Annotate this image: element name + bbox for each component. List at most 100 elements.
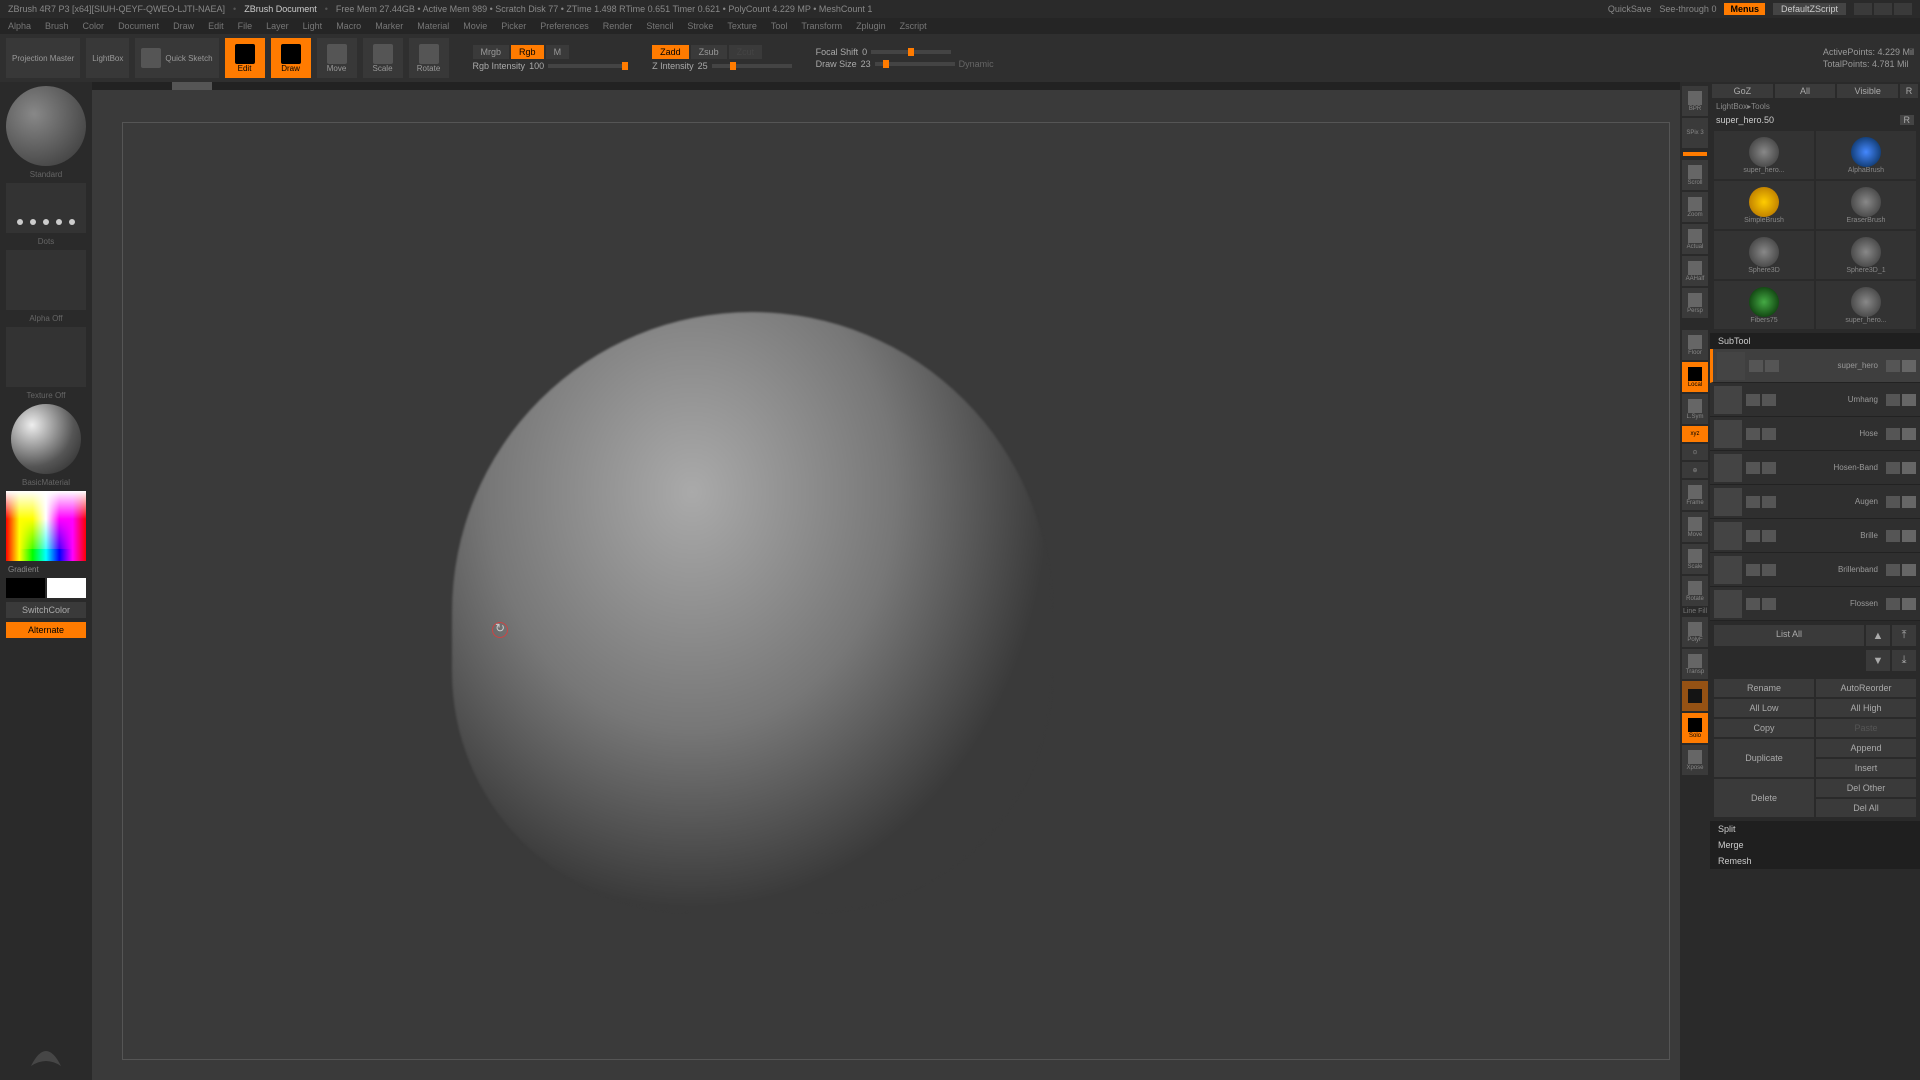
visibility-eye-icon[interactable]: [1902, 462, 1916, 474]
dynamic-toggle[interactable]: Dynamic: [959, 59, 994, 69]
polypaint-icon[interactable]: [1886, 530, 1900, 542]
m-toggle[interactable]: M: [546, 45, 570, 59]
subtool-header[interactable]: SubTool: [1710, 333, 1920, 349]
nav-move-button[interactable]: Move: [1682, 512, 1708, 542]
paint-icon[interactable]: [1762, 564, 1776, 576]
remesh-section[interactable]: Remesh: [1710, 853, 1920, 869]
z-intensity-slider[interactable]: [712, 64, 792, 68]
goz-visible-button[interactable]: Visible: [1837, 84, 1898, 98]
menus-toggle[interactable]: Menus: [1724, 3, 1765, 15]
subtool-row[interactable]: Hosen-Band: [1710, 451, 1920, 485]
paint-icon[interactable]: [1746, 564, 1760, 576]
quicksave-button[interactable]: QuickSave: [1608, 4, 1652, 14]
zcut-toggle[interactable]: Zcut: [729, 45, 763, 59]
rotate-button[interactable]: Rotate: [409, 38, 449, 78]
paint-icon[interactable]: [1746, 394, 1760, 406]
menu-brush[interactable]: Brush: [45, 21, 69, 31]
polypaint-icon[interactable]: [1886, 360, 1900, 372]
menu-stencil[interactable]: Stencil: [646, 21, 673, 31]
paint-icon[interactable]: [1746, 428, 1760, 440]
paint-icon[interactable]: [1762, 598, 1776, 610]
merge-section[interactable]: Merge: [1710, 837, 1920, 853]
subtool-row[interactable]: Augen: [1710, 485, 1920, 519]
bpr-button[interactable]: BPR: [1682, 86, 1708, 116]
visibility-eye-icon[interactable]: [1902, 564, 1916, 576]
menu-transform[interactable]: Transform: [801, 21, 842, 31]
paint-icon[interactable]: [1746, 462, 1760, 474]
visibility-eye-icon[interactable]: [1902, 360, 1916, 372]
fit-button[interactable]: ⊕: [1682, 462, 1708, 478]
aahalf-button[interactable]: AAHalf: [1682, 256, 1708, 286]
scale-button[interactable]: Scale: [363, 38, 403, 78]
visibility-eye-icon[interactable]: [1902, 394, 1916, 406]
nav-rotate-button[interactable]: Rotate: [1682, 576, 1708, 606]
tool-cell[interactable]: Sphere3D_1: [1816, 231, 1916, 279]
draw-size-slider[interactable]: [875, 62, 955, 66]
menu-document[interactable]: Document: [118, 21, 159, 31]
quicksketch-button[interactable]: Quick Sketch: [135, 38, 218, 78]
split-section[interactable]: Split: [1710, 821, 1920, 837]
menu-macro[interactable]: Macro: [336, 21, 361, 31]
secondary-color-swatch[interactable]: [6, 578, 45, 598]
tool-cell[interactable]: Fibers75: [1714, 281, 1814, 329]
zoom-button[interactable]: Zoom: [1682, 192, 1708, 222]
ghost-button[interactable]: [1682, 681, 1708, 711]
polypaint-icon[interactable]: [1886, 428, 1900, 440]
goz-r-button[interactable]: R: [1900, 84, 1918, 98]
spix-slider[interactable]: [1683, 152, 1707, 156]
listall-button[interactable]: List All: [1714, 625, 1864, 646]
menu-draw[interactable]: Draw: [173, 21, 194, 31]
tool-cell[interactable]: Sphere3D: [1714, 231, 1814, 279]
goz-button[interactable]: GoZ: [1712, 84, 1773, 98]
subtool-row[interactable]: Hose: [1710, 417, 1920, 451]
menu-picker[interactable]: Picker: [501, 21, 526, 31]
copy-button[interactable]: Copy: [1714, 719, 1814, 737]
move-bottom-button[interactable]: ⤓: [1892, 650, 1916, 671]
viewport-scrollbar[interactable]: [92, 82, 1680, 90]
menu-movie[interactable]: Movie: [463, 21, 487, 31]
delother-button[interactable]: Del Other: [1816, 779, 1916, 797]
paint-icon[interactable]: [1746, 530, 1760, 542]
paint-icon[interactable]: [1762, 496, 1776, 508]
paste-button[interactable]: Paste: [1816, 719, 1916, 737]
paint-icon[interactable]: [1762, 394, 1776, 406]
append-button[interactable]: Append: [1816, 739, 1916, 757]
tool-cell[interactable]: super_hero...: [1714, 131, 1814, 179]
draw-button[interactable]: Draw: [271, 38, 311, 78]
allhigh-button[interactable]: All High: [1816, 699, 1916, 717]
delete-button[interactable]: Delete: [1714, 779, 1814, 817]
sculpt-model[interactable]: [452, 312, 1052, 912]
stroke-selector[interactable]: [6, 183, 86, 233]
xpose-button[interactable]: Xpose: [1682, 745, 1708, 775]
paint-icon[interactable]: [1746, 598, 1760, 610]
brush-selector[interactable]: [6, 86, 86, 166]
nav-scale-button[interactable]: Scale: [1682, 544, 1708, 574]
paint-icon[interactable]: [1762, 462, 1776, 474]
visibility-eye-icon[interactable]: [1902, 598, 1916, 610]
paint-icon[interactable]: [1762, 428, 1776, 440]
menu-marker[interactable]: Marker: [375, 21, 403, 31]
paint-icon[interactable]: [1762, 530, 1776, 542]
subtool-row[interactable]: Brille: [1710, 519, 1920, 553]
persp-button[interactable]: Persp: [1682, 288, 1708, 318]
tool-cell[interactable]: super_hero...: [1816, 281, 1916, 329]
lightbox-button[interactable]: LightBox: [86, 38, 129, 78]
menu-zplugin[interactable]: Zplugin: [856, 21, 886, 31]
autoreorder-button[interactable]: AutoReorder: [1816, 679, 1916, 697]
menu-alpha[interactable]: Alpha: [8, 21, 31, 31]
menu-layer[interactable]: Layer: [266, 21, 289, 31]
delall-button[interactable]: Del All: [1816, 799, 1916, 817]
edit-button[interactable]: Edit: [225, 38, 265, 78]
visibility-eye-icon[interactable]: [1902, 496, 1916, 508]
polyf-button[interactable]: PolyF: [1682, 617, 1708, 647]
gradient-label[interactable]: Gradient: [4, 565, 88, 574]
mrgb-toggle[interactable]: Mrgb: [473, 45, 510, 59]
xyz-button[interactable]: xyz: [1682, 426, 1708, 442]
paint-icon[interactable]: [1749, 360, 1763, 372]
zscript-dropdown[interactable]: DefaultZScript: [1773, 3, 1846, 15]
focal-shift-slider[interactable]: [871, 50, 951, 54]
menu-tool[interactable]: Tool: [771, 21, 788, 31]
menu-preferences[interactable]: Preferences: [540, 21, 589, 31]
tool-cell[interactable]: EraserBrush: [1816, 181, 1916, 229]
viewport[interactable]: [92, 82, 1680, 1080]
